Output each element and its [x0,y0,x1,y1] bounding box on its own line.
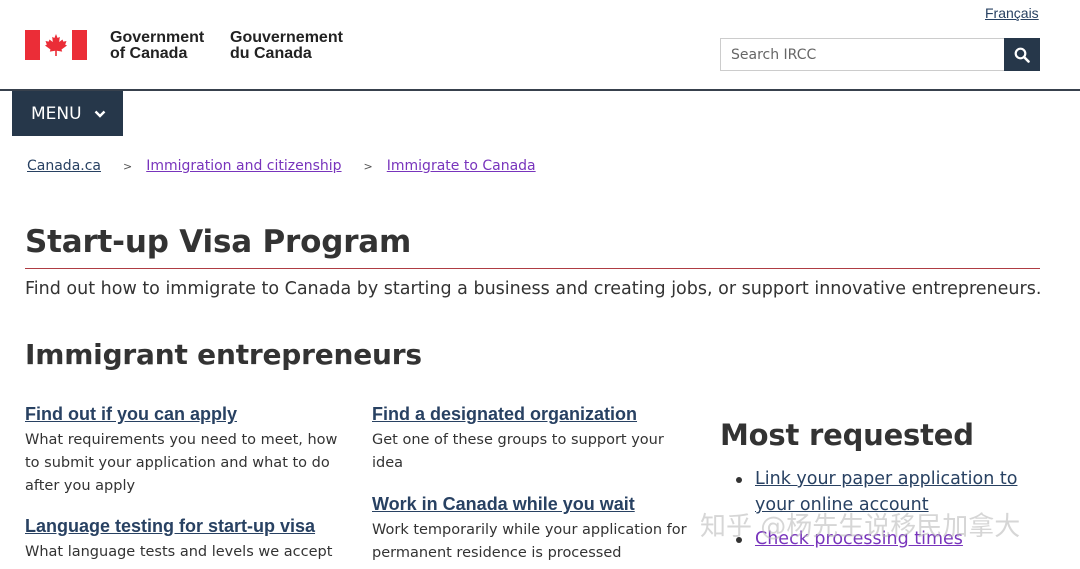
card-description: Work temporarily while your application … [372,522,687,561]
canada-flag-icon [25,30,87,60]
title-underline [25,268,1040,269]
page-lead: Find out how to immigrate to Canada by s… [25,279,1042,299]
breadcrumb-link-immigration[interactable]: Immigration and citizenship [146,158,341,174]
card-description: Get one of these groups to support your … [372,432,664,471]
card-work-while-wait: Work in Canada while you wait Work tempo… [372,493,692,565]
card-link[interactable]: Work in Canada while you wait [372,493,692,515]
breadcrumb: Canada.ca > Immigration and citizenship … [27,158,536,174]
card-description: What requirements you need to meet, how … [25,432,338,494]
card-language-testing: Language testing for start-up visa What … [25,515,345,564]
section-title: Immigrant entrepreneurs [25,338,422,371]
card-link[interactable]: Find out if you can apply [25,403,345,425]
most-requested-title: Most requested [720,418,974,452]
menu-button[interactable]: MENU [12,91,123,136]
menu-label: MENU [31,103,82,124]
search-button[interactable] [1004,38,1040,71]
search-form [720,38,1040,71]
language-toggle-link[interactable]: Français [985,5,1039,21]
government-signature[interactable]: Government of Canada Gouvernement du Can… [25,30,360,62]
search-icon [1014,47,1030,63]
card-link[interactable]: Find a designated organization [372,403,692,425]
search-input[interactable] [720,38,1004,71]
signature-english: Government of Canada [110,29,205,62]
card-designated-organization: Find a designated organization Get one o… [372,403,692,475]
watermark: 知乎 @杨先生说移民加拿大 [700,512,1021,542]
breadcrumb-separator: > [363,159,373,173]
breadcrumb-link-immigrate[interactable]: Immigrate to Canada [387,158,536,174]
breadcrumb-separator: > [123,159,133,173]
card-link[interactable]: Language testing for start-up visa [25,515,345,537]
chevron-down-icon [94,109,106,119]
card-description: What language tests and levels we accept [25,544,333,560]
header-divider [0,89,1080,91]
page-title: Start-up Visa Program [25,224,412,260]
signature-french: Gouvernement du Canada [230,29,343,62]
breadcrumb-link-home[interactable]: Canada.ca [27,158,101,174]
card-eligibility: Find out if you can apply What requireme… [25,403,345,498]
